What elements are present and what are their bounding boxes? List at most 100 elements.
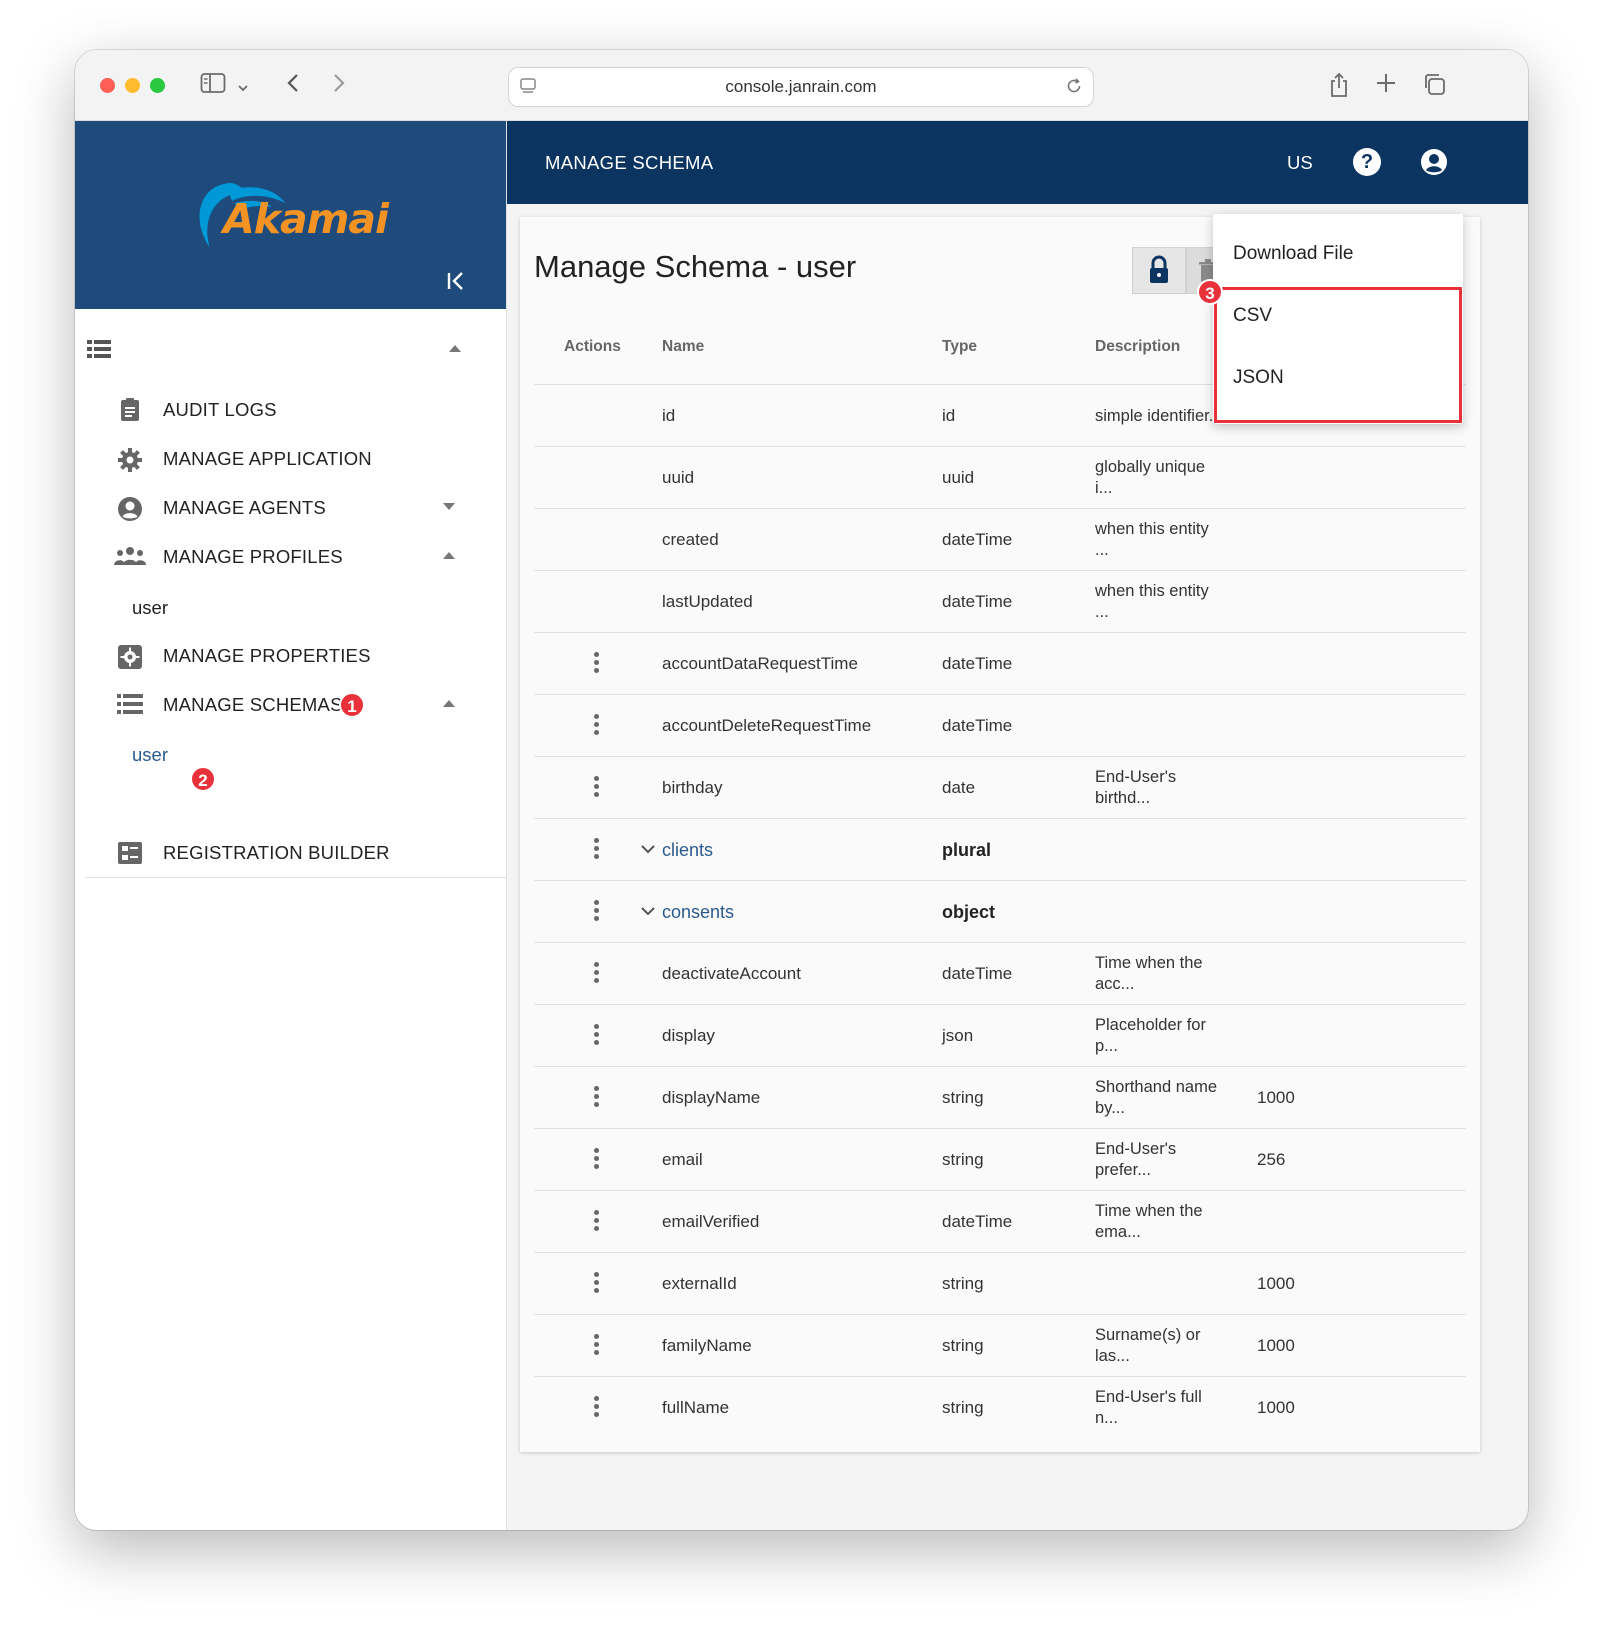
cell-description: Time when the acc... — [1095, 954, 1203, 993]
table-row[interactable]: lastUpdated dateTime when this entity ... — [534, 570, 1466, 633]
nav-manage-agents[interactable]: MANAGE AGENTS — [75, 486, 506, 530]
cell-type: object — [942, 901, 996, 922]
step-badge-3: 3 — [1197, 279, 1223, 305]
help-icon[interactable]: ? — [1353, 148, 1381, 176]
cell-description: End-User's prefer... — [1095, 1140, 1177, 1179]
column-header-type[interactable]: Type — [942, 332, 977, 362]
cell-type: id — [942, 406, 956, 425]
nav-manage-properties[interactable]: MANAGE PROPERTIES — [75, 634, 506, 678]
cell-name: email — [662, 1150, 703, 1169]
step-badge-1: 1 — [339, 692, 365, 718]
nav-manage-properties-label: MANAGE PROPERTIES — [163, 645, 371, 666]
cell-type: dateTime — [942, 1212, 1013, 1231]
column-header-name[interactable]: Name — [662, 332, 704, 362]
cell-type: string — [942, 1336, 984, 1355]
cell-description: globally unique i... — [1095, 458, 1206, 497]
row-actions-icon[interactable] — [594, 652, 600, 676]
browser-window: console.janrain.com Akamai AUDIT LOGS MA… — [75, 50, 1528, 1530]
table-row[interactable]: fullName string End-User's full n... 1000 — [534, 1376, 1466, 1439]
column-header-description[interactable]: Description — [1095, 332, 1180, 362]
close-window-button[interactable] — [100, 78, 115, 93]
table-row[interactable]: emailVerified dateTime Time when the ema..… — [534, 1190, 1466, 1253]
sidebar-toggle-icon[interactable] — [199, 72, 227, 100]
table-row[interactable]: deactivateAccount dateTime Time when the a… — [534, 942, 1466, 1005]
nav-audit-logs-label: AUDIT LOGS — [163, 399, 277, 420]
header-title: MANAGE SCHEMA — [545, 152, 714, 173]
nav-profiles-user[interactable]: user — [132, 588, 168, 628]
lock-button[interactable] — [1132, 247, 1186, 294]
nav-manage-application[interactable]: MANAGE APPLICATION — [75, 437, 506, 481]
cell-length: 1000 — [1257, 1274, 1295, 1293]
nav-registration-builder[interactable]: REGISTRATION BUILDER — [75, 831, 506, 875]
akamai-logo[interactable]: Akamai — [190, 173, 390, 253]
row-actions-icon[interactable] — [594, 714, 600, 738]
account-icon[interactable] — [1420, 148, 1448, 176]
expand-chevron-icon[interactable] — [640, 841, 656, 857]
nav-manage-profiles[interactable]: MANAGE PROFILES — [75, 535, 506, 579]
table-row[interactable]: accountDataRequestTime dateTime — [534, 632, 1466, 695]
reload-icon[interactable] — [1065, 77, 1083, 95]
row-actions-icon[interactable] — [594, 1334, 600, 1358]
step-badge-2: 2 — [190, 766, 216, 792]
caret-down-icon — [443, 503, 455, 510]
logo-text: Akamai — [223, 195, 389, 243]
region-selector[interactable]: US — [1287, 121, 1313, 204]
gear-icon — [117, 447, 143, 472]
cell-name: emailVerified — [662, 1212, 760, 1231]
table-row[interactable]: accountDeleteRequestTime dateTime — [534, 694, 1466, 757]
table-row[interactable]: consents object — [534, 880, 1466, 943]
cell-description — [1095, 633, 1225, 695]
expand-chevron-icon[interactable] — [640, 903, 656, 919]
cell-type: dateTime — [942, 654, 1013, 673]
row-actions-icon[interactable] — [594, 962, 600, 986]
row-actions-icon[interactable] — [594, 1024, 600, 1048]
address-bar[interactable]: console.janrain.com — [508, 67, 1094, 107]
table-row[interactable]: email string End-User's prefer... 256 — [534, 1128, 1466, 1191]
row-actions-icon[interactable] — [594, 900, 600, 924]
zoom-window-button[interactable] — [150, 78, 165, 93]
minimize-window-button[interactable] — [125, 78, 140, 93]
row-actions-icon[interactable] — [594, 1272, 600, 1296]
row-actions-icon[interactable] — [594, 1148, 600, 1172]
table-row[interactable]: created dateTime when this entity ... — [534, 508, 1466, 571]
row-actions-icon[interactable] — [594, 1396, 600, 1420]
form-icon — [117, 841, 143, 865]
row-actions-icon[interactable] — [594, 838, 600, 862]
table-row[interactable]: clients plural — [534, 818, 1466, 881]
table-row[interactable]: externalId string 1000 — [534, 1252, 1466, 1315]
row-actions-icon[interactable] — [594, 1210, 600, 1234]
column-header-actions: Actions — [564, 338, 621, 355]
cell-description: simple identifier... — [1095, 406, 1223, 425]
collapse-sidebar-icon[interactable] — [443, 269, 469, 295]
cell-name: clients — [662, 839, 714, 860]
nav-audit-logs[interactable]: AUDIT LOGS — [75, 388, 506, 432]
browser-toolbar: console.janrain.com — [75, 50, 1528, 121]
settings-box-icon — [117, 644, 143, 669]
table-row[interactable]: uuid uuid globally unique i... — [534, 446, 1466, 509]
cell-type: string — [942, 1088, 984, 1107]
nav-manage-schemas[interactable]: MANAGE SCHEMAS 1 — [75, 683, 506, 727]
sidebar-header: Akamai — [75, 121, 506, 309]
cell-description — [1095, 881, 1225, 943]
share-icon[interactable] — [1325, 72, 1353, 100]
menu-section-header[interactable] — [87, 334, 487, 364]
nav-schemas-user[interactable]: user — [132, 735, 168, 775]
row-actions-icon[interactable] — [594, 776, 600, 800]
tab-overview-icon[interactable] — [1420, 72, 1448, 100]
app-header: MANAGE SCHEMA US ? — [507, 121, 1528, 204]
cell-type: dateTime — [942, 530, 1013, 549]
back-icon[interactable] — [279, 72, 307, 100]
cell-name: externalId — [662, 1274, 737, 1293]
table-row[interactable]: birthday date End-User's birthd... — [534, 756, 1466, 819]
table-row[interactable]: displayName string Shorthand name by... 100… — [534, 1066, 1466, 1129]
new-tab-icon[interactable] — [1372, 72, 1400, 100]
cell-type: uuid — [942, 468, 975, 487]
cell-type: string — [942, 1398, 984, 1417]
chevron-down-icon[interactable] — [235, 72, 251, 100]
row-actions-icon[interactable] — [594, 1086, 600, 1110]
table-row[interactable]: familyName string Surname(s) or las... 1000 — [534, 1314, 1466, 1377]
highlight-box — [1214, 287, 1462, 423]
cell-description: Shorthand name by... — [1095, 1078, 1218, 1117]
forward-icon[interactable] — [325, 72, 353, 100]
table-row[interactable]: display json Placeholder for p... — [534, 1004, 1466, 1067]
